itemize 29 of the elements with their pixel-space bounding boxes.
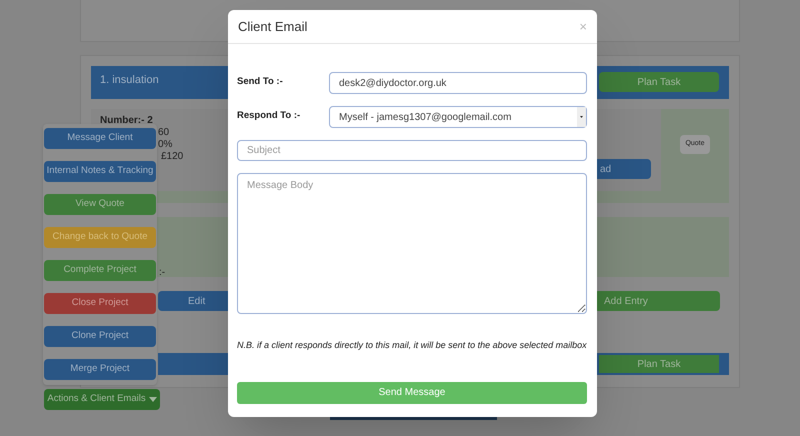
menu-item[interactable]: Internal Notes & Tracking: [44, 161, 156, 182]
task-title: 1. insulation: [100, 73, 159, 88]
menu-item[interactable]: Close Project: [44, 293, 156, 314]
close-button[interactable]: ×: [579, 20, 587, 33]
menu-item[interactable]: Clone Project: [44, 326, 156, 347]
menu-item[interactable]: Complete Project: [44, 260, 156, 281]
menu-item[interactable]: View Quote: [44, 194, 156, 215]
detail-text: 60: [158, 127, 170, 139]
modal-title: Client Email: [238, 18, 308, 36]
menu-item[interactable]: Message Client: [44, 128, 156, 149]
send-message-button[interactable]: Send Message: [237, 382, 587, 404]
detail-text: 0%: [158, 139, 172, 151]
label-text: :-: [159, 266, 166, 280]
menu-item[interactable]: Change back to Quote: [44, 227, 156, 248]
message-body-field[interactable]: Message Body: [237, 173, 587, 314]
add-entry-button[interactable]: Add Entry: [594, 291, 720, 311]
input-field[interactable]: desk2@diydoctor.org.uk: [329, 72, 587, 94]
plan-task-button[interactable]: Plan Task: [599, 355, 719, 373]
detail-text: Number:- 2: [100, 115, 153, 127]
subject-field[interactable]: Subject: [237, 140, 587, 161]
note-text: N.B. if a client responds directly to this mail, it will be sent to the above selected mailbox: [237, 339, 587, 352]
detail-text: £120: [161, 151, 184, 163]
field-label: Respond To :-: [237, 109, 302, 123]
plan-task-button[interactable]: Plan Task: [599, 72, 719, 92]
caret-icon: [148, 397, 157, 402]
select-field[interactable]: Myself - jamesg1307@googlemail.com: [329, 106, 587, 128]
field-label: Send To :-: [237, 75, 284, 89]
actions-dropdown-button[interactable]: Actions & Client Emails: [44, 389, 160, 410]
menu-item[interactable]: Merge Project: [44, 359, 156, 380]
